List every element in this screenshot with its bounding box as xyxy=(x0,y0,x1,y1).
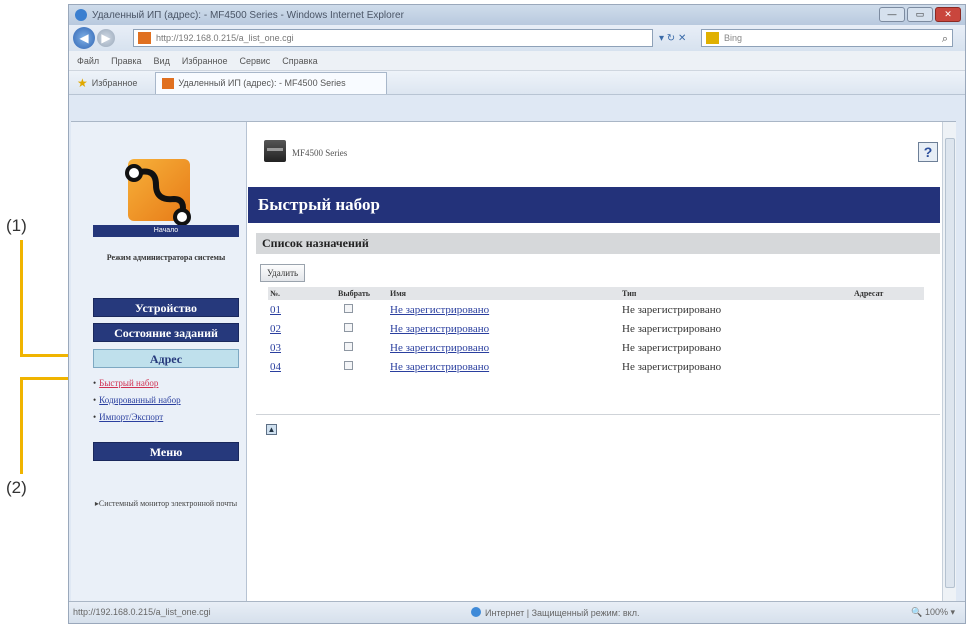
entry-name-link[interactable]: Не зарегистрировано xyxy=(390,361,489,373)
menu-help[interactable]: Справка xyxy=(282,56,317,66)
status-bar: http://192.168.0.215/a_list_one.cgi Инте… xyxy=(69,601,965,623)
main-content: MF4500 Series ? Быстрый набор Список наз… xyxy=(248,122,940,604)
table-header-row: №. Выбрать Имя Тип Адресат xyxy=(268,287,924,300)
window-controls: — ▭ ✕ xyxy=(879,7,961,22)
nav-address[interactable]: Адрес xyxy=(93,349,239,368)
favorites-star-icon: ★ xyxy=(77,75,88,90)
search-placeholder: Bing xyxy=(724,33,743,43)
page-title: Быстрый набор xyxy=(248,187,940,223)
table-row: 04 Не зарегистрировано Не зарегистрирова… xyxy=(268,357,924,376)
window-title: Удаленный ИП (адрес): - MF4500 Series - … xyxy=(92,9,404,21)
callout-1-line-vertical xyxy=(20,240,23,356)
entry-name-link[interactable]: Не зарегистрировано xyxy=(390,342,489,354)
callout-2-line-vertical xyxy=(20,378,23,474)
entry-number-link[interactable]: 02 xyxy=(270,323,281,335)
entry-address xyxy=(852,300,924,319)
sidebar-link-speed-dial[interactable]: • Быстрый набор xyxy=(93,378,158,388)
sidebar-link-import-export[interactable]: • Импорт/Экспорт xyxy=(93,412,163,422)
entry-number-link[interactable]: 04 xyxy=(270,361,281,373)
menu-tools[interactable]: Сервис xyxy=(239,56,270,66)
bing-icon xyxy=(706,32,719,44)
address-bar-row: ◀ ▶ http://192.168.0.215/a_list_one.cgi … xyxy=(69,25,965,51)
entry-address xyxy=(852,338,924,357)
entry-type: Не зарегистрировано xyxy=(622,303,722,316)
favorites-bar: ★ Избранное Удаленный ИП (адрес): - MF45… xyxy=(69,71,965,95)
status-url: http://192.168.0.215/a_list_one.cgi xyxy=(73,607,211,617)
address-text: http://192.168.0.215/a_list_one.cgi xyxy=(156,33,294,43)
select-checkbox[interactable] xyxy=(344,322,353,332)
nav-job-status[interactable]: Состояние заданий xyxy=(93,323,239,342)
title-bar: Удаленный ИП (адрес): - MF4500 Series - … xyxy=(69,5,965,25)
nav-menu[interactable]: Меню xyxy=(93,442,239,461)
tab-title: Удаленный ИП (адрес): - MF4500 Series xyxy=(178,78,346,88)
vertical-scrollbar[interactable] xyxy=(942,122,956,604)
home-link[interactable]: Начало xyxy=(93,225,239,237)
back-button[interactable]: ◀ xyxy=(73,27,95,49)
sidebar-link-coded-dial[interactable]: • Кодированный набор xyxy=(93,395,181,405)
model-name: MF4500 Series xyxy=(292,148,348,158)
entry-type: Не зарегистрировано xyxy=(622,322,722,335)
security-zone: Интернет | Защищенный режим: вкл. xyxy=(471,607,639,618)
help-button[interactable]: ? xyxy=(918,142,938,162)
destination-table: №. Выбрать Имя Тип Адресат 01 Не зарегис… xyxy=(268,287,924,376)
scrollbar-thumb[interactable] xyxy=(945,138,955,588)
select-checkbox[interactable] xyxy=(344,341,353,351)
header-no: №. xyxy=(268,287,336,300)
header-select: Выбрать xyxy=(336,287,388,300)
search-icon[interactable]: ⌕ xyxy=(942,31,948,47)
page-top-icon[interactable]: ▲ xyxy=(266,424,277,435)
ie-icon xyxy=(75,9,87,21)
entry-number-link[interactable]: 01 xyxy=(270,304,281,316)
menu-edit[interactable]: Правка xyxy=(111,56,141,66)
callout-2: (2) xyxy=(6,478,27,497)
entry-name-link[interactable]: Не зарегистрировано xyxy=(390,323,489,335)
entry-name-link[interactable]: Не зарегистрировано xyxy=(390,304,489,316)
remote-ui-logo xyxy=(111,142,207,238)
entry-type: Не зарегистрировано xyxy=(622,360,722,373)
close-button[interactable]: ✕ xyxy=(935,7,961,22)
printer-icon xyxy=(264,140,286,162)
email-monitor-link[interactable]: ▸Системный монитор электронной почты xyxy=(93,498,239,509)
zoom-control[interactable]: 🔍 100% ▾ xyxy=(911,607,955,618)
delete-button[interactable]: Удалить xyxy=(260,264,306,282)
callout-1: (1) xyxy=(6,216,27,235)
site-icon xyxy=(138,32,151,44)
menu-view[interactable]: Вид xyxy=(154,56,170,66)
globe-icon xyxy=(471,607,481,617)
select-checkbox[interactable] xyxy=(344,360,353,370)
table-row: 01 Не зарегистрировано Не зарегистрирова… xyxy=(268,300,924,319)
menu-file[interactable]: Файл xyxy=(77,56,99,66)
favorites-button[interactable]: Избранное xyxy=(92,78,138,88)
select-checkbox[interactable] xyxy=(344,303,353,313)
forward-button[interactable]: ▶ xyxy=(97,29,115,47)
table-row: 02 Не зарегистрировано Не зарегистрирова… xyxy=(268,319,924,338)
entry-type: Не зарегистрировано xyxy=(622,341,722,354)
entry-address xyxy=(852,319,924,338)
nav-device[interactable]: Устройство xyxy=(93,298,239,317)
sidebar: Начало Режим администратора системы Устр… xyxy=(71,122,247,604)
browser-tab[interactable]: Удаленный ИП (адрес): - MF4500 Series xyxy=(155,71,387,94)
minimize-button[interactable]: — xyxy=(879,7,905,22)
section-title: Список назначений xyxy=(256,233,940,254)
table-row: 03 Не зарегистрировано Не зарегистрирова… xyxy=(268,338,924,357)
address-input[interactable]: http://192.168.0.215/a_list_one.cgi xyxy=(133,29,653,47)
menu-favorites[interactable]: Избранное xyxy=(182,56,228,66)
entry-number-link[interactable]: 03 xyxy=(270,342,281,354)
menu-bar: Файл Правка Вид Избранное Сервис Справка xyxy=(69,51,965,71)
browser-window: Удаленный ИП (адрес): - MF4500 Series - … xyxy=(68,4,966,624)
header-name: Имя xyxy=(388,287,620,300)
tab-site-icon xyxy=(162,77,175,89)
admin-mode-label: Режим администратора системы xyxy=(106,253,226,262)
header-address: Адресат xyxy=(852,287,924,300)
search-input[interactable]: Bing ⌕ xyxy=(701,29,953,47)
refresh-stop-icons[interactable]: ▾ ↻ ✕ xyxy=(659,33,686,44)
maximize-button[interactable]: ▭ xyxy=(907,7,933,22)
content-divider xyxy=(256,414,940,415)
page-viewport: Начало Режим администратора системы Устр… xyxy=(71,121,956,604)
header-type: Тип xyxy=(620,287,852,300)
entry-address xyxy=(852,357,924,376)
